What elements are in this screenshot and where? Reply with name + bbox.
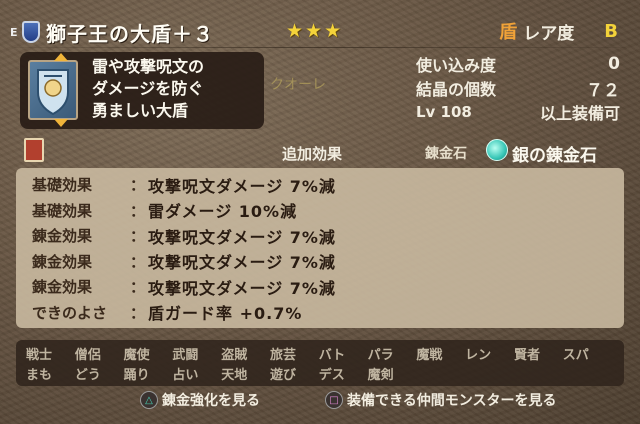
job-label: 魔使 [123, 347, 150, 363]
square-button-icon: □ [325, 391, 343, 409]
job-label: パラ [367, 347, 394, 363]
rarity: 盾 レア度 B [499, 18, 618, 44]
equipped-mark: E [10, 25, 18, 39]
lion-shield-icon [37, 69, 69, 116]
shield-icon [22, 21, 40, 43]
rarity-value: B [604, 20, 618, 42]
description-text: 雷や攻撃呪文の ダメージを防ぐ 勇ましい大盾 [92, 56, 204, 122]
usage-row: 使い込み度 0 [416, 52, 620, 76]
effect-row: 錬金効果 ： 攻撃呪文ダメージ 7%減 [32, 249, 624, 275]
job-label: 占い [172, 367, 199, 383]
effect-colon: ： [130, 201, 146, 220]
job-row: 戦士 僧侶 魔使 武闘 盗賊 旅芸 バト パラ 魔戦 レン 賢者 スパ [26, 343, 624, 363]
effect-text: 攻撃呪文ダメージ 7%減 [148, 176, 336, 196]
item-icon[interactable] [28, 53, 78, 127]
gem-icon [486, 139, 508, 161]
job-label: 踊り [123, 367, 150, 383]
arrow-down-icon[interactable] [54, 119, 68, 127]
job-label: 武闘 [172, 347, 199, 363]
watermark: クオーレ [270, 77, 326, 93]
view-alchemy-button[interactable]: △ 錬金強化を見る [140, 390, 260, 410]
triangle-button-icon: △ [140, 391, 158, 409]
effect-text: 雷ダメージ 10%減 [148, 202, 298, 222]
description-line: ダメージを防ぐ [92, 79, 204, 98]
job-label: どう [74, 367, 101, 383]
effect-text: 攻撃呪文ダメージ 7%減 [148, 227, 336, 247]
effect-row: 錬金効果 ： 攻撃呪文ダメージ 7%減 [32, 223, 624, 249]
effect-row: 基礎効果 ： 攻撃呪文ダメージ 7%減 [32, 172, 624, 198]
effect-row: 基礎効果 ： 雷ダメージ 10%減 [32, 198, 624, 224]
level-suffix: 以上装備可 [539, 104, 620, 123]
header-divider [14, 47, 626, 48]
effect-colon: ： [130, 227, 146, 246]
effect-label: できのよさ [32, 303, 108, 322]
description-line: 勇ましい大盾 [92, 101, 189, 120]
job-label: 魔戦 [416, 347, 443, 363]
item-stats: 使い込み度 0 結晶の個数 ７２ Lv 108 以上装備可 [416, 52, 620, 124]
effect-row: 錬金効果 ： 攻撃呪文ダメージ 7%減 [32, 274, 624, 300]
job-label: レン [465, 347, 492, 363]
level-badge: Lv 108 [416, 103, 472, 121]
usage-label: 使い込み度 [416, 56, 497, 75]
book-icon [24, 138, 44, 162]
job-label: スパ [562, 347, 589, 363]
rarity-label: レア度 [523, 23, 575, 44]
effect-text: 盾ガード率 +0.7% [148, 304, 303, 324]
effect-row: できのよさ ： 盾ガード率 +0.7% [32, 300, 624, 326]
job-label: 盗賊 [221, 347, 248, 363]
job-label: 天地 [221, 367, 248, 383]
view-monsters-button[interactable]: □ 装備できる仲間モンスターを見る [325, 390, 556, 410]
alchemy-stone-name: 銀の錬金石 [512, 146, 597, 166]
effect-label: 錬金効果 [32, 227, 93, 246]
effects-panel: 基礎効果 ： 攻撃呪文ダメージ 7%減 基礎効果 ： 雷ダメージ 10%減 錬金… [16, 168, 624, 328]
job-label: 戦士 [26, 347, 53, 363]
view-monsters-label: 装備できる仲間モンスターを見る [347, 393, 557, 409]
item-name: 獅子王の大盾＋３ [46, 21, 214, 46]
job-label: デス [318, 367, 345, 383]
job-label: バト [318, 347, 346, 363]
job-label: まも [26, 367, 53, 383]
effect-text: 攻撃呪文ダメージ 7%減 [148, 278, 336, 298]
effect-colon: ： [130, 176, 146, 195]
effect-label: 基礎効果 [32, 201, 93, 220]
crystal-value: ７２ [586, 80, 620, 101]
job-label: 僧侶 [74, 347, 101, 363]
description-line: 雷や攻撃呪文の [92, 57, 205, 76]
crystal-row: 結晶の個数 ７２ [416, 76, 620, 101]
shield-type-icon: 盾 [499, 22, 518, 43]
effect-label: 錬金効果 [32, 278, 93, 297]
job-label: 旅芸 [269, 347, 296, 363]
effect-label: 錬金効果 [32, 252, 93, 271]
item-header: E 獅子王の大盾＋３ [10, 18, 214, 46]
additional-effects-title: 追加効果 [282, 145, 343, 163]
crystal-label: 結晶の個数 [416, 80, 497, 99]
alchemy-stone-label: 錬金石 [425, 146, 467, 162]
effect-colon: ： [130, 303, 146, 322]
effect-text: 攻撃呪文ダメージ 7%減 [148, 253, 336, 273]
equipment-detail-screen: E 獅子王の大盾＋３ ★★★ 盾 レア度 B 雷や攻撃呪文の ダメージを防ぐ 勇… [0, 0, 640, 424]
job-label: 魔剣 [367, 367, 394, 383]
usage-value: 0 [608, 54, 620, 74]
star-rating: ★★★ [286, 20, 344, 42]
button-hints: △ 錬金強化を見る □ 装備できる仲間モンスターを見る [0, 390, 640, 410]
job-label: 賢者 [513, 347, 540, 363]
effect-label: 基礎効果 [32, 176, 93, 195]
view-alchemy-label: 錬金強化を見る [162, 393, 260, 409]
job-row: まも どう 踊り 占い 天地 遊び デス 魔剣 [26, 363, 624, 383]
level-row: Lv 108 以上装備可 [416, 100, 620, 124]
equippable-jobs: 戦士 僧侶 魔使 武闘 盗賊 旅芸 バト パラ 魔戦 レン 賢者 スパ まも ど… [16, 340, 624, 386]
effect-colon: ： [130, 278, 146, 297]
job-label: 遊び [269, 367, 296, 383]
arrow-up-icon[interactable] [54, 53, 68, 61]
item-description-box: 雷や攻撃呪文の ダメージを防ぐ 勇ましい大盾 [20, 52, 264, 129]
effect-colon: ： [130, 252, 146, 271]
